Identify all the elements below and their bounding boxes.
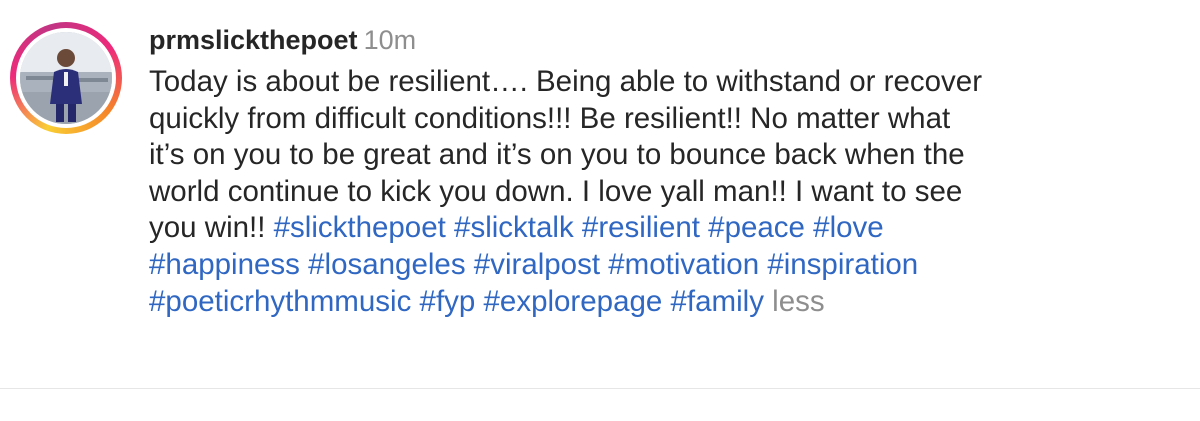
hashtag-link-inspiration[interactable]: #inspiration xyxy=(767,248,918,281)
hashtag-link-resilient[interactable]: #resilient xyxy=(582,211,700,244)
hashtag-link-peace[interactable]: #peace xyxy=(708,211,805,244)
caption-line: it’s on you to be great and it’s on you … xyxy=(149,137,1179,174)
caption-line: Today is about be resilient…. Being able… xyxy=(149,64,1179,101)
caption-line: quickly from difficult conditions!!! Be … xyxy=(149,101,1179,138)
post-content: prmslickthepoet 10m Today is about be res… xyxy=(149,22,1179,320)
avatar-photo xyxy=(20,32,112,124)
hashtag-link-family[interactable]: #family xyxy=(671,285,764,318)
hashtag-link-explorepage[interactable]: #explorepage xyxy=(484,285,663,318)
hashtag-link-love[interactable]: #love xyxy=(813,211,884,244)
caption-text: world continue to kick you down. I love … xyxy=(149,174,963,208)
hashtag-link-motivation[interactable]: #motivation xyxy=(608,248,759,281)
caption-text: it’s on you to be great and it’s on you … xyxy=(149,138,965,172)
timestamp: 10m xyxy=(363,25,417,55)
avatar[interactable] xyxy=(20,32,112,124)
hashtag-link-viralpost[interactable]: #viralpost xyxy=(474,248,600,281)
hashtag-link-poeticrhythmmusic[interactable]: #poeticrhythmmusic xyxy=(149,285,411,318)
caption-text: Today is about be resilient…. Being able… xyxy=(149,65,983,98)
caption-line: #poeticrhythmmusic #fyp #explorepage #fa… xyxy=(149,284,1179,321)
caption-line: world continue to kick you down. I love … xyxy=(149,174,1179,211)
divider xyxy=(0,388,1200,389)
caption-line: you win!! #slickthepoet #slicktalk #resi… xyxy=(149,210,1179,247)
caption-text: you win!! xyxy=(149,211,266,245)
less-button[interactable]: less xyxy=(772,285,824,318)
caption-text: quickly from difficult conditions!!! Be … xyxy=(149,101,951,135)
story-ring[interactable] xyxy=(10,22,122,134)
hashtag-link-fyp[interactable]: #fyp xyxy=(420,285,476,318)
avatar-frame xyxy=(16,28,116,128)
username-link[interactable]: prmslickthepoet xyxy=(149,25,358,55)
hashtag-link-happiness[interactable]: #happiness xyxy=(149,248,300,281)
caption-line: #happiness #losangeles #viralpost #motiv… xyxy=(149,247,1179,284)
post-header: prmslickthepoet 10m xyxy=(149,22,1179,58)
post-caption: Today is about be resilient…. Being able… xyxy=(149,64,1179,320)
hashtag-link-losangeles[interactable]: #losangeles xyxy=(308,248,465,281)
hashtag-link-slicktalk[interactable]: #slicktalk xyxy=(454,211,574,244)
hashtag-link-slickthepoet[interactable]: #slickthepoet xyxy=(274,211,446,244)
